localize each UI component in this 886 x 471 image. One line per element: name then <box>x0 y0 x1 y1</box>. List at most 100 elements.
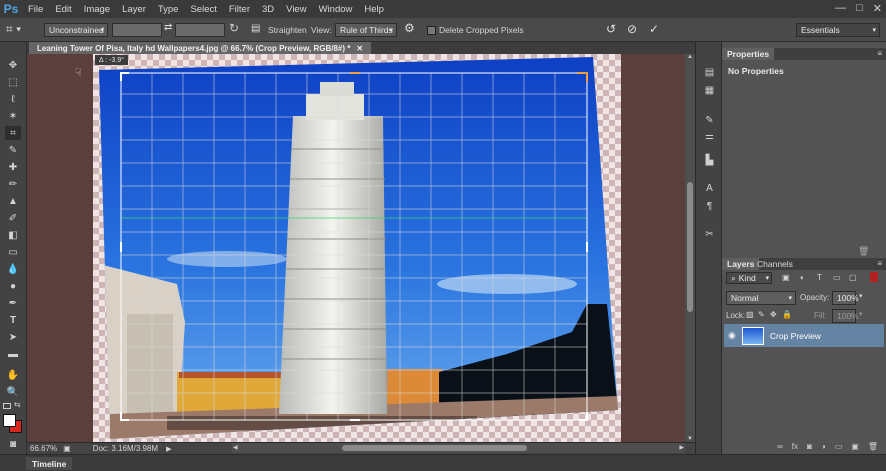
close-tab-icon[interactable]: ✕ <box>356 44 363 53</box>
document-tab[interactable]: Leaning Tower Of Pisa, Italy hd Wallpape… <box>29 42 372 54</box>
menu-layer[interactable]: Layer <box>116 4 152 15</box>
filter-toggle-icon[interactable] <box>870 272 878 282</box>
crop-preview-image[interactable]: ☟ <box>27 54 686 442</box>
default-colors-icon[interactable] <box>3 403 11 409</box>
filter-shape-icon[interactable]: ▭ <box>833 273 841 282</box>
scroll-up-icon[interactable]: ▲ <box>687 54 693 60</box>
history-brush-tool-icon[interactable]: ✐ <box>5 211 21 225</box>
workspace-select[interactable]: Essentials ▾ <box>796 23 880 37</box>
menu-3d[interactable]: 3D <box>256 4 280 15</box>
reset-icon[interactable]: ↺ <box>606 22 616 36</box>
scroll-left-icon[interactable]: ◀ <box>233 444 238 451</box>
panel-menu-icon[interactable]: ≡ <box>877 259 882 268</box>
layer-row[interactable]: ◉ Crop Preview <box>724 324 884 347</box>
horizontal-scroll-thumb[interactable] <box>342 445 527 451</box>
cancel-icon[interactable]: ⊘ <box>627 22 637 36</box>
chevron-down-icon[interactable]: ▾ <box>859 292 863 300</box>
fx-icon[interactable]: fx <box>792 442 798 454</box>
doc-size[interactable]: Doc: 3.16M/3.98M <box>93 444 158 453</box>
path-selection-tool-icon[interactable]: ➤ <box>5 330 21 344</box>
lock-position-icon[interactable]: ✥ <box>770 310 777 319</box>
straighten-label[interactable]: Straighten <box>268 25 307 35</box>
pen-tool-icon[interactable]: ✒ <box>5 296 21 310</box>
menu-edit[interactable]: Edit <box>49 4 77 15</box>
vertical-scrollbar[interactable]: ▲ ▼ <box>685 54 695 442</box>
actions-panel-icon[interactable]: ▦ <box>702 84 717 96</box>
close-button[interactable]: ✕ <box>873 2 882 15</box>
menu-view[interactable]: View <box>280 4 312 15</box>
delete-layer-icon[interactable]: 🗑 <box>868 442 878 454</box>
history-panel-icon[interactable]: ▤ <box>702 66 717 78</box>
scroll-right-icon[interactable]: ▶ <box>679 444 684 451</box>
menu-image[interactable]: Image <box>78 4 116 15</box>
filter-smart-icon[interactable]: ▢ <box>849 273 857 282</box>
layers-tab[interactable]: Layers <box>722 258 760 270</box>
blur-tool-icon[interactable]: 💧 <box>5 262 21 276</box>
gear-icon[interactable]: ⚙ <box>404 21 415 35</box>
layer-name[interactable]: Crop Preview <box>770 331 821 341</box>
menu-select[interactable]: Select <box>184 4 222 15</box>
brush-tool-icon[interactable]: ✏ <box>5 177 21 191</box>
minimize-button[interactable]: — <box>835 2 846 15</box>
menu-file[interactable]: File <box>22 4 49 15</box>
timeline-tab[interactable]: Timeline <box>26 457 73 470</box>
paragraph-panel-icon[interactable]: ¶ <box>702 200 717 212</box>
crop-tool-preset-icon[interactable]: ⌗ ▾ <box>6 22 32 37</box>
panel-menu-icon[interactable]: ≡ <box>877 49 882 58</box>
maximize-button[interactable]: □ <box>856 2 863 15</box>
menu-type[interactable]: Type <box>152 4 185 15</box>
clone-source-icon[interactable]: ▙ <box>702 154 717 166</box>
swap-colors-icon[interactable]: ⇆ <box>14 400 21 409</box>
marquee-tool-icon[interactable]: ⬚ <box>5 75 21 89</box>
vertical-scroll-thumb[interactable] <box>687 182 693 312</box>
overlay-view-select[interactable]: Rule of Thirds ▾ <box>335 23 397 37</box>
document-canvas[interactable]: ☟ Δ : -3.9° <box>27 54 686 442</box>
filter-pixel-icon[interactable]: ▣ <box>782 273 790 282</box>
character-panel-icon[interactable]: A <box>702 182 717 194</box>
zoom-level[interactable]: 66.67% <box>30 444 57 453</box>
blend-mode-select[interactable]: Normal ▾ <box>726 291 796 305</box>
quick-mask-icon[interactable]: ◙ <box>5 437 21 451</box>
dodge-tool-icon[interactable]: ● <box>5 279 21 293</box>
tool-presets-icon[interactable]: ✂ <box>702 228 717 240</box>
brush-presets-icon[interactable]: ⚌ <box>702 130 717 142</box>
foreground-color-swatch[interactable] <box>3 414 16 427</box>
new-layer-icon[interactable]: ▣ <box>851 442 859 454</box>
menu-window[interactable]: Window <box>313 4 359 15</box>
healing-brush-tool-icon[interactable]: ✚ <box>5 160 21 174</box>
clear-icon[interactable]: ↻ <box>229 21 239 35</box>
link-layers-icon[interactable]: ∞ <box>777 442 783 454</box>
status-menu-arrow-icon[interactable]: ▶ <box>166 445 171 453</box>
width-field[interactable] <box>112 23 162 37</box>
add-mask-icon[interactable]: ◙ <box>807 442 812 454</box>
crop-tool-icon[interactable]: ⌗ <box>5 126 21 140</box>
eraser-tool-icon[interactable]: ◧ <box>5 228 21 242</box>
channels-tab[interactable]: Channels <box>757 259 793 269</box>
clone-stamp-tool-icon[interactable]: ▲ <box>5 194 21 208</box>
delete-cropped-checkbox[interactable] <box>427 26 436 35</box>
move-tool-icon[interactable]: ✥ <box>5 58 21 72</box>
shape-tool-icon[interactable]: ▬ <box>5 347 21 361</box>
trash-icon[interactable]: 🗑 <box>858 246 869 257</box>
magic-wand-tool-icon[interactable]: ✶ <box>5 109 21 123</box>
properties-tab[interactable]: Properties <box>722 48 775 60</box>
zoom-tool-icon[interactable]: 🔍 <box>5 385 21 399</box>
menu-filter[interactable]: Filter <box>223 4 256 15</box>
brush-panel-icon[interactable]: ✎ <box>702 114 717 126</box>
swap-icon[interactable]: ⇄ <box>164 22 172 33</box>
gradient-tool-icon[interactable]: ▭ <box>5 245 21 259</box>
eye-icon[interactable]: ◉ <box>728 330 736 341</box>
chevron-down-icon[interactable]: ▾ <box>859 310 863 318</box>
horizontal-scrollbar[interactable]: ◀ ▶ <box>232 443 685 453</box>
lock-pixels-icon[interactable]: ✎ <box>758 310 765 319</box>
lock-all-icon[interactable]: 🔒 <box>782 310 792 319</box>
menu-help[interactable]: Help <box>358 4 390 15</box>
type-tool-icon[interactable]: T <box>5 313 21 327</box>
filter-type-icon[interactable]: T <box>817 273 822 282</box>
height-field[interactable] <box>175 23 225 37</box>
adjustment-layer-icon[interactable]: ◑ <box>821 442 826 454</box>
filter-adjustment-icon[interactable]: ◐ <box>800 273 805 282</box>
fill-field[interactable]: 100% <box>832 309 859 323</box>
lock-transparent-icon[interactable]: ▨ <box>746 310 754 319</box>
ratio-select[interactable]: Unconstrained ▾ <box>44 23 108 37</box>
